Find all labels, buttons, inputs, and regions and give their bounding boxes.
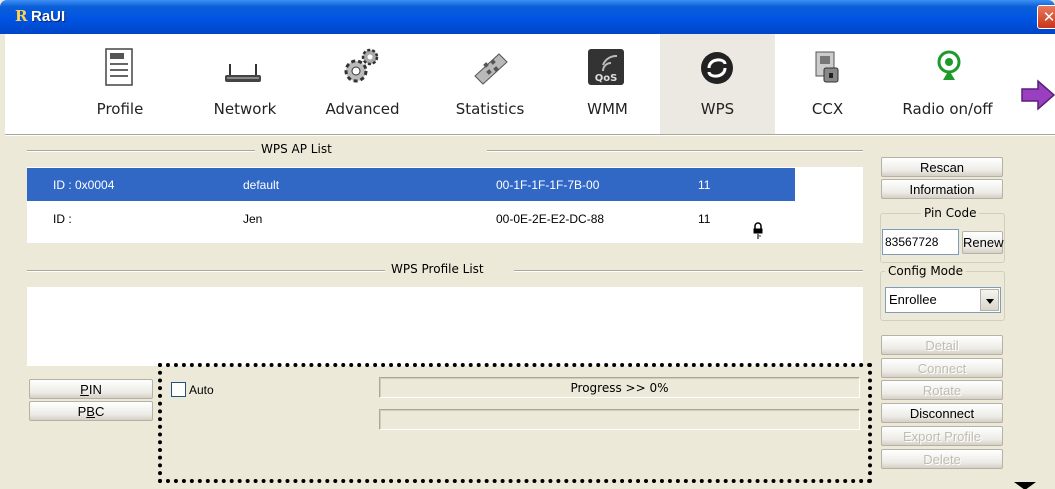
pbc-button[interactable]: PBC [29, 401, 153, 421]
progress-status: Progress >> 0% [379, 377, 860, 398]
tab-label: Profile [96, 100, 144, 118]
profile-list-title: WPS Profile List [391, 262, 484, 276]
ap-channel: 11 [698, 178, 711, 192]
tab-advanced[interactable]: Advanced [300, 34, 425, 134]
auto-checkbox[interactable] [171, 382, 186, 397]
tab-label: WPS [700, 100, 735, 118]
tab-profile[interactable]: Profile [50, 34, 190, 134]
rotate-button[interactable]: Rotate [881, 380, 1003, 400]
tab-radio-on-off[interactable]: Radio on/off [880, 34, 1015, 134]
network-icon [225, 64, 261, 82]
tab-label: Advanced [325, 100, 400, 118]
pin-code-field[interactable]: 83567728 [882, 229, 959, 255]
radio-icon [937, 50, 961, 80]
auto-label: Auto [189, 383, 214, 397]
ap-ssid: Jen [243, 212, 263, 226]
config-mode-value: Enrollee [889, 292, 937, 307]
progress-bar [379, 409, 860, 430]
ap-id: ID : 0x0004 [53, 178, 115, 192]
ap-list-header: WPS AP List [27, 141, 863, 159]
ap-ssid: default [243, 178, 280, 192]
scroll-down-icon[interactable] [1014, 482, 1036, 489]
wmm-icon: QoS [588, 49, 624, 85]
wps-icon [701, 52, 733, 84]
disconnect-button[interactable]: Disconnect [881, 403, 1003, 423]
statistics-icon [474, 53, 508, 85]
information-button[interactable]: Information [881, 179, 1003, 199]
app-logo: R [15, 7, 28, 25]
config-mode-caption: Config Mode [885, 264, 967, 278]
raui-window: R RaUI ✕ Profile Network Advanced Statis… [0, 0, 1055, 489]
pin-code-caption: Pin Code [921, 206, 980, 220]
profile-icon [105, 48, 133, 86]
ap-list[interactable]: ID : 0x0004 default 00-1F-1F-1F-7B-00 11… [27, 167, 863, 243]
connect-button[interactable]: Connect [881, 358, 1003, 378]
next-arrow-icon[interactable] [1020, 79, 1055, 111]
wmm-badge: QoS [595, 73, 618, 84]
ap-bssid: 00-1F-1F-1F-7B-00 [496, 178, 600, 192]
profile-list[interactable] [27, 287, 863, 366]
ap-list-row[interactable]: ID : Jen 00-0E-2E-E2-DC-88 11 [27, 202, 795, 235]
tab-label: Radio on/off [902, 100, 993, 118]
ap-channel: 11 [698, 212, 711, 226]
advanced-icon [344, 48, 379, 83]
detail-button[interactable]: Detail [881, 335, 1003, 355]
tab-label: CCX [811, 100, 844, 118]
ap-id: ID : [53, 212, 72, 226]
renew-button[interactable]: Renew [962, 231, 1003, 254]
ccx-icon [815, 51, 839, 83]
tab-ccx[interactable]: CCX [775, 34, 880, 134]
lock-icon [753, 222, 763, 239]
window-title: RaUI [31, 8, 66, 25]
chevron-down-icon[interactable] [980, 289, 999, 311]
pin-button[interactable]: PIN [29, 379, 153, 399]
tab-label: Statistics [455, 100, 525, 118]
ap-list-title: WPS AP List [261, 142, 332, 156]
title-bar[interactable]: R RaUI ✕ [0, 0, 1055, 34]
ap-bssid: 00-0E-2E-E2-DC-88 [496, 212, 605, 226]
tab-label: Network [213, 100, 277, 118]
config-mode-select[interactable]: Enrollee [885, 287, 1001, 313]
profile-list-header: WPS Profile List [27, 261, 863, 279]
close-button[interactable]: ✕ [1037, 5, 1055, 29]
toolbar-divider [5, 134, 1055, 136]
ap-list-row[interactable]: ID : 0x0004 default 00-1F-1F-1F-7B-00 11 [27, 168, 795, 201]
tab-wmm[interactable]: QoS WMM [555, 34, 660, 134]
toolbar: Profile Network Advanced Statistics QoS … [5, 34, 1055, 134]
tab-network[interactable]: Network [190, 34, 300, 134]
rescan-button[interactable]: Rescan [881, 157, 1003, 177]
progress-text: Progress >> 0% [570, 381, 669, 395]
tab-wps[interactable]: WPS [660, 34, 775, 134]
tab-label: WMM [587, 100, 628, 118]
export-profile-button[interactable]: Export Profile [881, 426, 1003, 446]
delete-button[interactable]: Delete [881, 449, 1003, 469]
tab-statistics[interactable]: Statistics [425, 34, 555, 134]
